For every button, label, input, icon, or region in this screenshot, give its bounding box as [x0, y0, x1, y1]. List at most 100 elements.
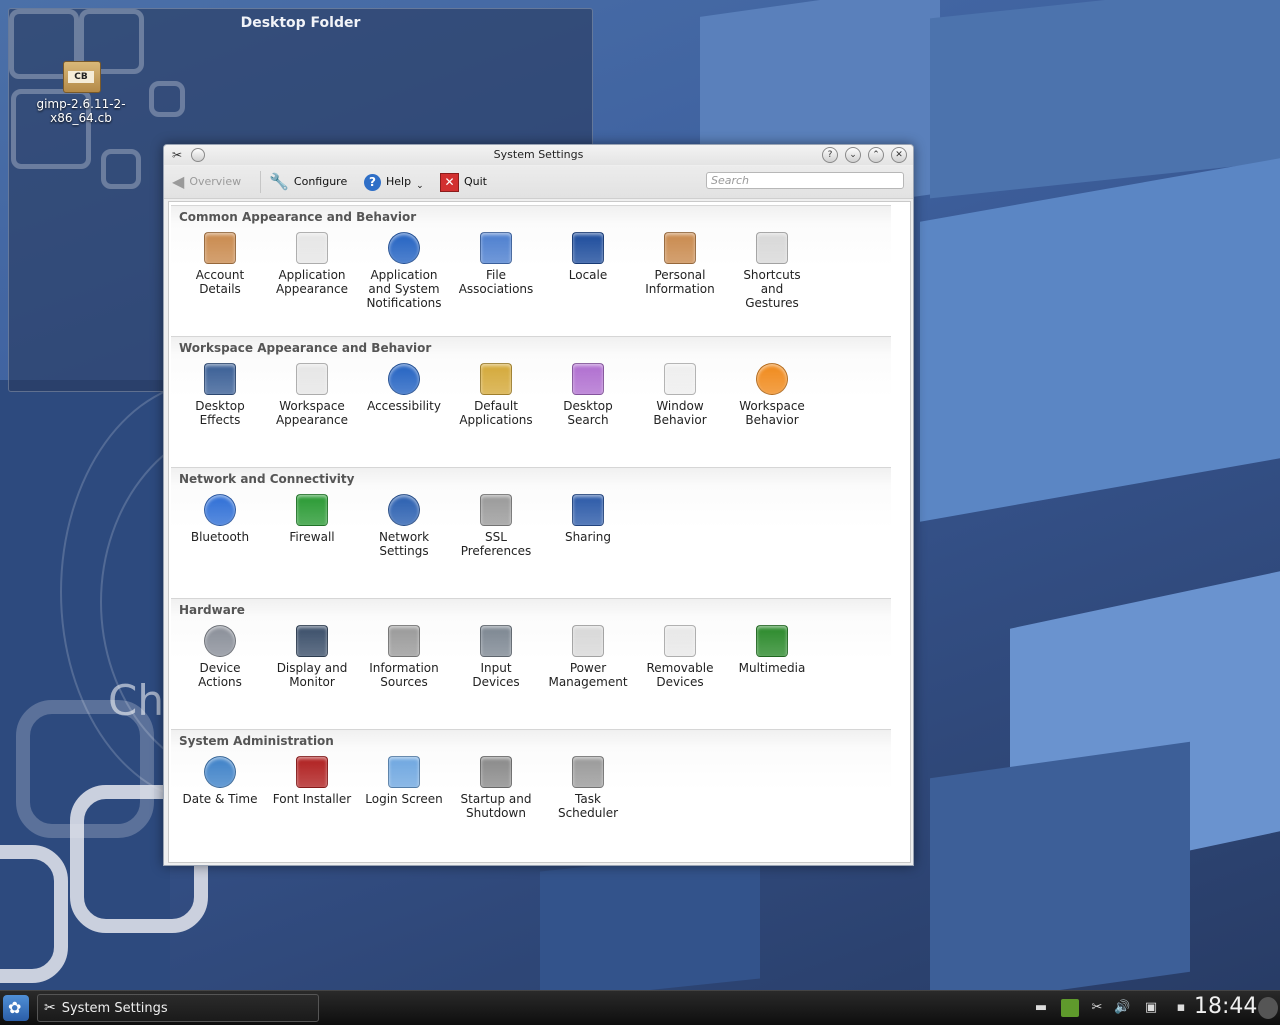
quit-label: Quit: [464, 175, 487, 188]
settings-module-label: Personal Information: [645, 268, 715, 296]
configure-button[interactable]: 🔧 Configure: [269, 172, 347, 192]
section-title: Workspace Appearance and Behavior: [179, 341, 432, 355]
bg-logo-ring: [0, 845, 68, 983]
bg-logo-text: Ch: [108, 676, 164, 725]
ssl-tools-icon: [480, 494, 512, 526]
settings-module[interactable]: Information Sources: [359, 625, 449, 689]
taskbar-item-label: System Settings: [61, 1000, 168, 1016]
help-menu-button[interactable]: ? Help ⌄: [364, 172, 424, 192]
settings-module[interactable]: Date & Time: [175, 756, 265, 806]
settings-module[interactable]: Display and Monitor: [267, 625, 357, 689]
section-title: Network and Connectivity: [179, 472, 355, 486]
settings-module[interactable]: Sharing: [543, 494, 633, 544]
bg-tile: [930, 741, 1190, 990]
taskbar-item-system-settings[interactable]: ✂ System Settings: [37, 994, 319, 1022]
titlebar[interactable]: ✂ System Settings ? ⌄ ⌃ ✕: [164, 145, 913, 165]
locale-icon: [572, 232, 604, 264]
firewall-icon: [296, 494, 328, 526]
settings-module[interactable]: Startup and Shutdown: [451, 756, 541, 820]
desktop-file[interactable]: CB gimp-2.6.11-2- x86_64.cb: [31, 55, 131, 125]
settings-module[interactable]: Font Installer: [267, 756, 357, 806]
settings-module[interactable]: Account Details: [175, 232, 265, 296]
settings-module[interactable]: Desktop Effects: [175, 363, 265, 427]
settings-module-label: Power Management: [548, 661, 628, 689]
settings-module[interactable]: Default Applications: [451, 363, 541, 427]
settings-module-label: Date & Time: [182, 792, 258, 806]
settings-module-label: Accessibility: [367, 399, 441, 413]
bg-tile: [920, 158, 1280, 522]
settings-section: System Administration Date & Time Font Ins…: [171, 729, 891, 858]
settings-module[interactable]: Bluetooth: [175, 494, 265, 544]
personal-info-icon: [664, 232, 696, 264]
tray-collapse-icon[interactable]: ▬: [1033, 1000, 1049, 1016]
desktop-toolbox-icon[interactable]: [1258, 997, 1278, 1019]
settings-module[interactable]: Personal Information: [635, 232, 725, 296]
settings-module[interactable]: Shortcuts and Gestures: [727, 232, 817, 310]
removable-icon: [664, 625, 696, 657]
settings-module[interactable]: Input Devices: [451, 625, 541, 689]
settings-module-label: Information Sources: [369, 661, 439, 689]
overview-button[interactable]: ◀ Overview: [172, 172, 241, 192]
settings-module[interactable]: Task Scheduler: [543, 756, 633, 820]
maximize-button[interactable]: ⌃: [868, 147, 884, 163]
settings-module-label: Desktop Effects: [195, 399, 245, 427]
network-tray-icon[interactable]: ▣: [1143, 1000, 1159, 1016]
settings-module-label: Display and Monitor: [276, 661, 348, 689]
keyboard-icon: [756, 232, 788, 264]
settings-module[interactable]: Removable Devices: [635, 625, 725, 689]
settings-module[interactable]: Accessibility: [359, 363, 449, 413]
settings-module-label: Device Actions: [198, 661, 242, 689]
start-menu-button[interactable]: ✿: [3, 995, 29, 1021]
desktop-effects-icon: [204, 363, 236, 395]
section-title: System Administration: [179, 734, 334, 748]
settings-module[interactable]: SSL Preferences: [451, 494, 541, 558]
settings-module-label: Workspace Appearance: [275, 399, 349, 427]
settings-module[interactable]: Workspace Behavior: [727, 363, 817, 427]
font-icon: [296, 756, 328, 788]
clock[interactable]: 18:44: [1194, 994, 1257, 1019]
search-input[interactable]: [706, 172, 904, 189]
settings-module[interactable]: Device Actions: [175, 625, 265, 689]
settings-section: Workspace Appearance and Behavior Desktop…: [171, 336, 891, 465]
help-icon: ?: [364, 173, 381, 191]
scheduler-icon: [572, 756, 604, 788]
sharing-icon: [572, 494, 604, 526]
volume-icon[interactable]: 🔊: [1114, 1000, 1130, 1016]
settings-section: Common Appearance and Behavior Account De…: [171, 205, 891, 334]
workspace-appearance-icon: [296, 363, 328, 395]
default-apps-icon: [480, 363, 512, 395]
settings-module-label: Workspace Behavior: [739, 399, 805, 427]
settings-module[interactable]: Workspace Appearance: [267, 363, 357, 427]
settings-module-label: Window Behavior: [653, 399, 707, 427]
settings-content: Common Appearance and Behavior Account De…: [168, 201, 911, 863]
settings-module[interactable]: Locale: [543, 232, 633, 282]
update-icon[interactable]: [1061, 999, 1079, 1017]
configure-label: Configure: [293, 175, 348, 188]
settings-module[interactable]: Login Screen: [359, 756, 449, 806]
settings-module[interactable]: Desktop Search: [543, 363, 633, 427]
settings-module-label: Firewall: [289, 530, 335, 544]
settings-section: Hardware Device Actions Display and Monito…: [171, 598, 891, 727]
settings-module[interactable]: Firewall: [267, 494, 357, 544]
settings-module[interactable]: Application and System Notifications: [359, 232, 449, 310]
settings-module-label: Multimedia: [738, 661, 806, 675]
tray-expand-icon[interactable]: ▪: [1173, 1000, 1189, 1016]
chevron-down-icon: ⌄: [416, 181, 424, 191]
quit-button[interactable]: ✕ Quit: [440, 172, 487, 192]
settings-module[interactable]: Window Behavior: [635, 363, 725, 427]
settings-module[interactable]: Network Settings: [359, 494, 449, 558]
settings-section: Network and Connectivity Bluetooth Firewal…: [171, 467, 891, 596]
help-titlebar-button[interactable]: ?: [822, 147, 838, 163]
minimize-button[interactable]: ⌄: [845, 147, 861, 163]
device-actions-icon: [204, 625, 236, 657]
input-devices-icon: [480, 625, 512, 657]
settings-module[interactable]: Application Appearance: [267, 232, 357, 296]
section-title: Common Appearance and Behavior: [179, 210, 417, 224]
settings-module-label: Sharing: [564, 530, 612, 544]
settings-module[interactable]: File Associations: [451, 232, 541, 296]
settings-module[interactable]: Multimedia: [727, 625, 817, 675]
clipboard-scissors-icon[interactable]: ✂: [1089, 1000, 1105, 1016]
settings-module[interactable]: Power Management: [543, 625, 633, 689]
monitor-icon: [296, 625, 328, 657]
close-button[interactable]: ✕: [891, 147, 907, 163]
